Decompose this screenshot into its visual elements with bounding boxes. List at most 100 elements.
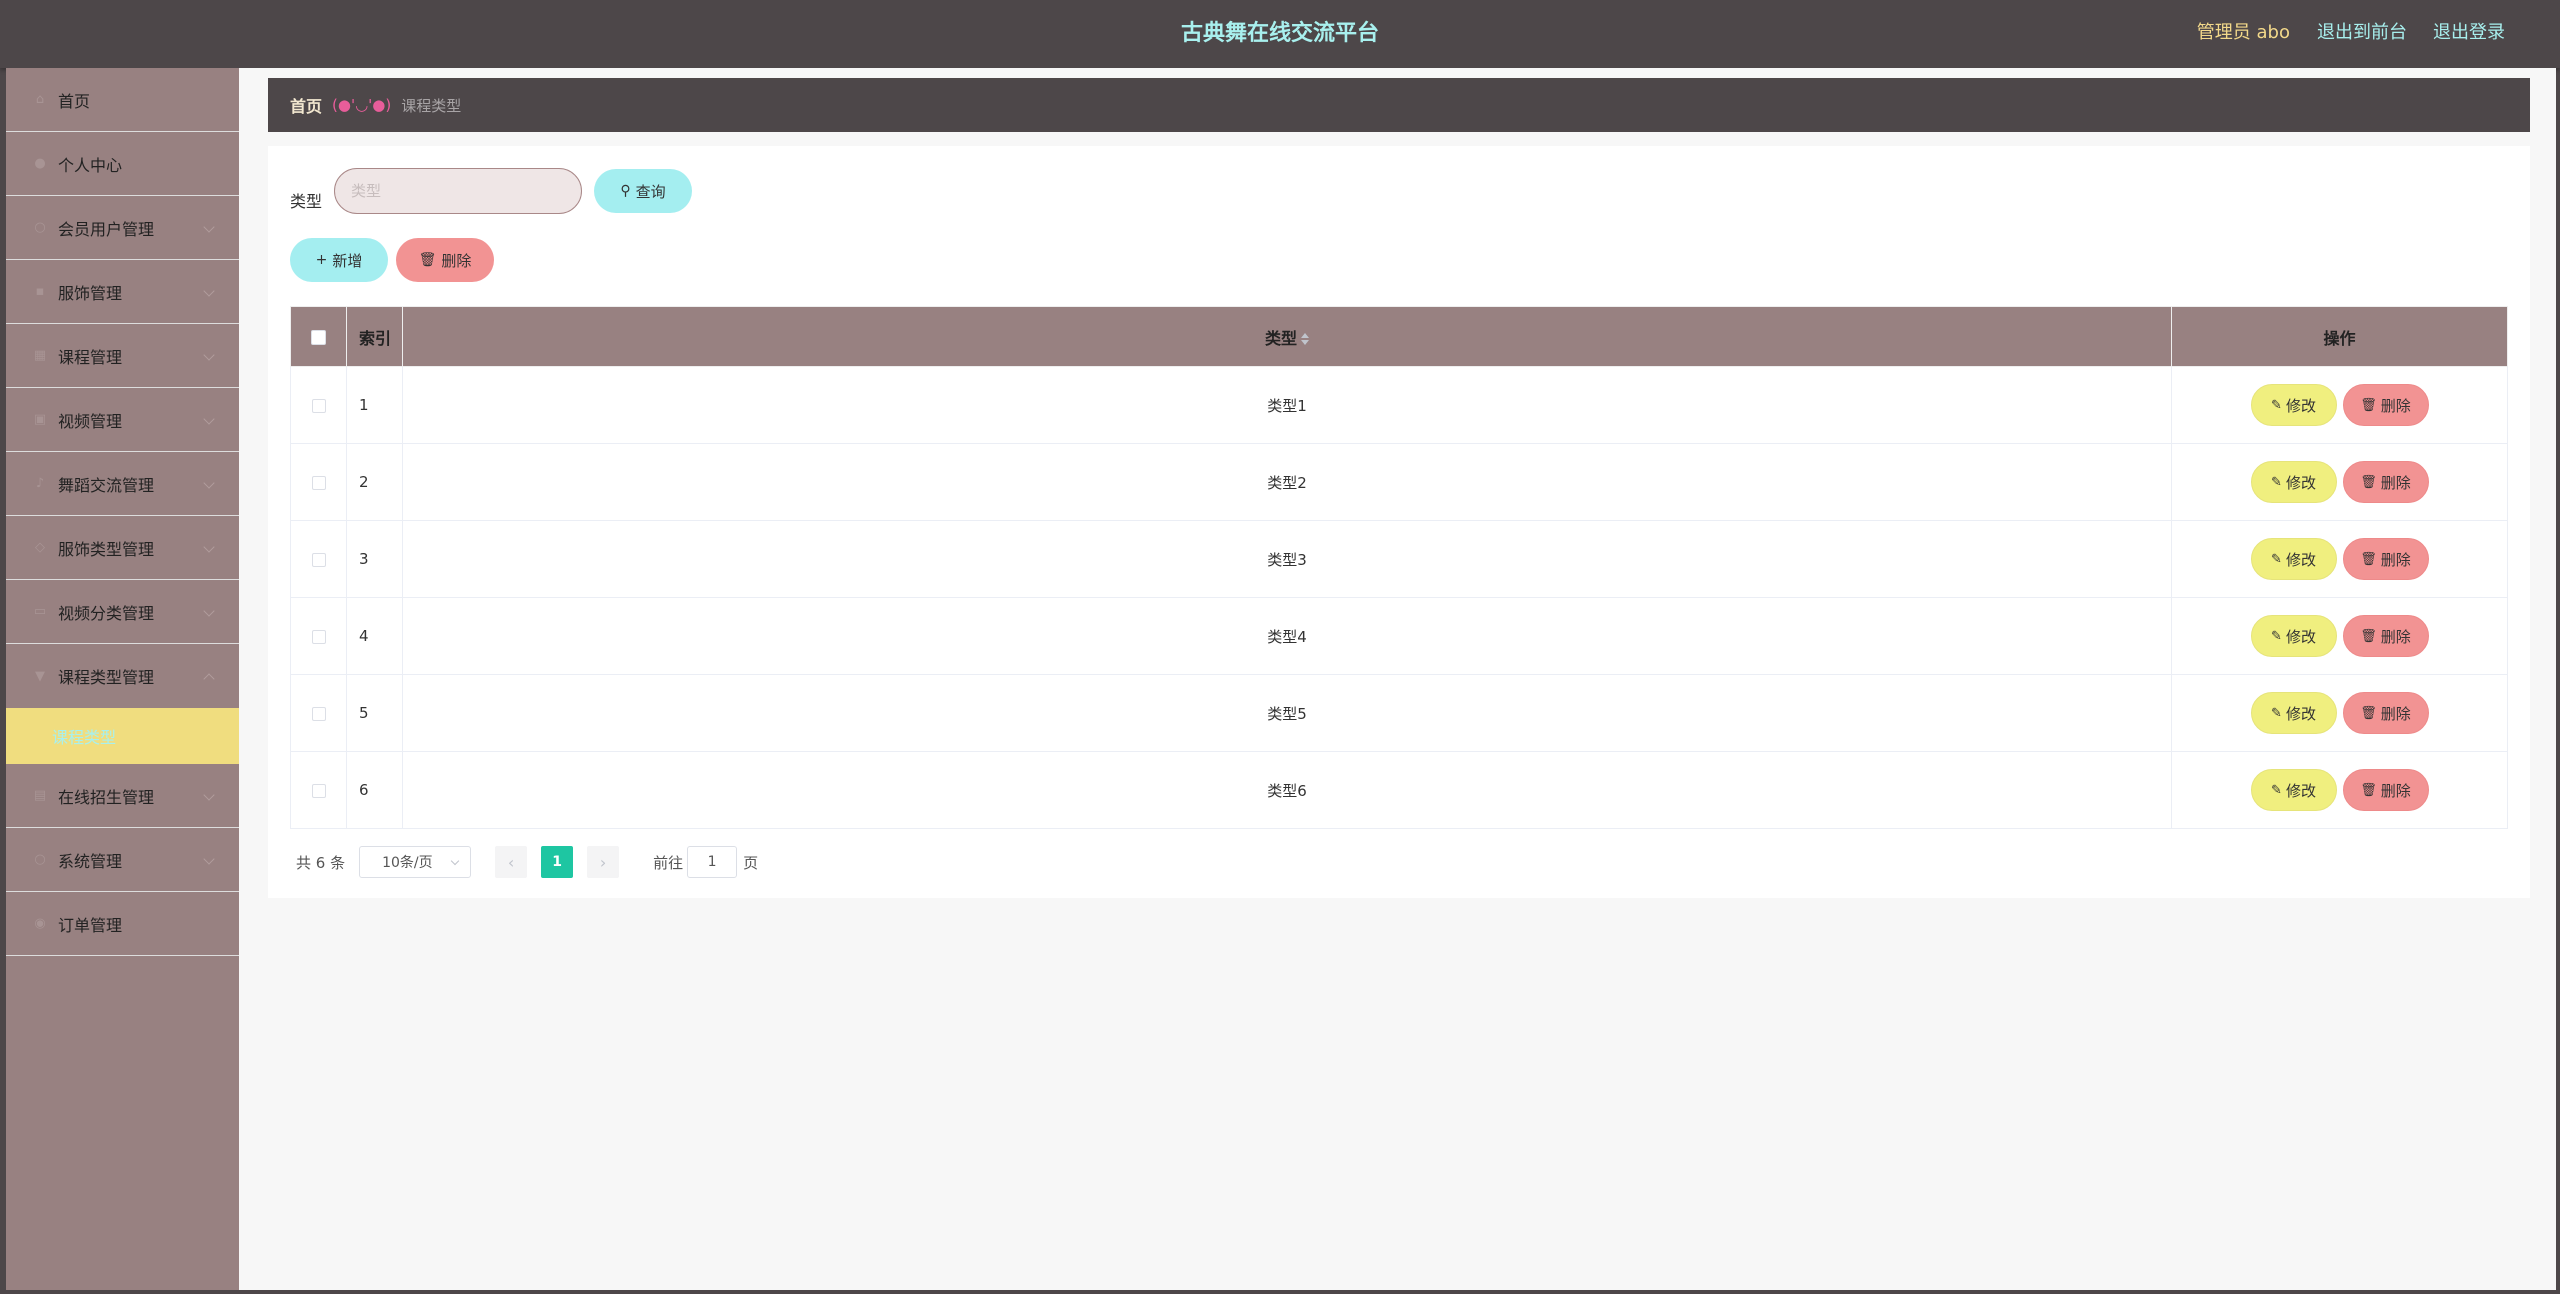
row-type: 类型4 bbox=[402, 597, 2172, 675]
delete-button-label: 删除 bbox=[2380, 473, 2411, 492]
trash-icon: 🗑 bbox=[2360, 551, 2377, 567]
edit-button[interactable]: ✎ 修改 bbox=[2250, 692, 2337, 734]
order-icon: ◉ bbox=[34, 916, 46, 931]
sidebar-subitem-course-type[interactable]: 课程类型 bbox=[6, 708, 239, 764]
edit-button-label: 修改 bbox=[2285, 704, 2316, 723]
edit-button-label: 修改 bbox=[2285, 473, 2316, 492]
row-actions: ✎ 修改 🗑 删除 bbox=[2171, 674, 2508, 752]
page-number-current[interactable]: 1 bbox=[541, 846, 574, 878]
table-row: 2 类型2 ✎ 修改 🗑 删除 bbox=[290, 443, 2508, 521]
row-checkbox[interactable] bbox=[311, 783, 326, 798]
delete-button[interactable]: 🗑 删除 bbox=[2342, 461, 2429, 503]
delete-button[interactable]: 🗑 删除 bbox=[2342, 615, 2429, 657]
edit-icon: ✎ bbox=[2271, 551, 2282, 567]
row-checkbox[interactable] bbox=[311, 629, 326, 644]
breadcrumb-separator: (●'◡'●) bbox=[332, 96, 392, 114]
row-type: 类型5 bbox=[402, 674, 2172, 752]
delete-button-label: 删除 bbox=[2380, 396, 2411, 415]
sidebar-item-label: 会员用户管理 bbox=[58, 219, 155, 239]
row-actions: ✎ 修改 🗑 删除 bbox=[2171, 751, 2508, 829]
row-select-cell[interactable] bbox=[290, 366, 347, 444]
edit-button[interactable]: ✎ 修改 bbox=[2250, 769, 2337, 811]
chevron-up-icon bbox=[203, 673, 215, 685]
table-row: 5 类型5 ✎ 修改 🗑 删除 bbox=[290, 674, 2508, 752]
prev-page-button[interactable]: ‹ bbox=[495, 846, 528, 878]
edit-button[interactable]: ✎ 修改 bbox=[2250, 384, 2337, 426]
delete-button[interactable]: 🗑 删除 bbox=[2342, 384, 2429, 426]
edit-icon: ✎ bbox=[2271, 628, 2282, 644]
row-select-cell[interactable] bbox=[290, 751, 347, 829]
row-select-cell[interactable] bbox=[290, 674, 347, 752]
row-checkbox[interactable] bbox=[311, 552, 326, 567]
book-icon: ▦ bbox=[33, 348, 47, 363]
sidebar-item-label: 在线招生管理 bbox=[58, 787, 155, 807]
admin-label: 管理员 abo bbox=[2196, 22, 2290, 43]
row-select-cell[interactable] bbox=[290, 443, 347, 521]
header-type[interactable]: 类型 bbox=[402, 306, 2172, 367]
sidebar-item-course[interactable]: ▦ 课程管理 bbox=[6, 324, 239, 388]
row-index: 6 bbox=[346, 751, 403, 829]
row-checkbox[interactable] bbox=[311, 706, 326, 721]
sidebar-item-costume-type[interactable]: ◇ 服饰类型管理 bbox=[6, 516, 239, 580]
page-suffix: 页 bbox=[743, 853, 759, 872]
row-select-cell[interactable] bbox=[290, 520, 347, 598]
sidebar-item-home[interactable]: ⌂ 首页 bbox=[6, 68, 239, 132]
select-all-checkbox[interactable] bbox=[311, 330, 326, 345]
row-index: 3 bbox=[346, 520, 403, 598]
sidebar-item-costume[interactable]: ▪ 服饰管理 bbox=[6, 260, 239, 324]
sidebar-item-video[interactable]: ▣ 视频管理 bbox=[6, 388, 239, 452]
sort-icon[interactable] bbox=[1301, 332, 1309, 346]
query-button[interactable]: ⚲ 查询 bbox=[594, 169, 692, 213]
sidebar-item-course-type[interactable]: ▼ 课程类型管理 bbox=[6, 644, 239, 708]
edit-icon: ✎ bbox=[2271, 705, 2282, 721]
row-checkbox[interactable] bbox=[311, 475, 326, 490]
sidebar-item-profile[interactable]: ● 个人中心 bbox=[6, 132, 239, 196]
delete-button[interactable]: 🗑 删除 bbox=[2342, 692, 2429, 734]
sidebar-item-enrollment[interactable]: ▤ 在线招生管理 bbox=[6, 764, 239, 828]
header-select-all[interactable] bbox=[290, 306, 347, 367]
batch-delete-button[interactable]: 🗑 删除 bbox=[396, 238, 494, 282]
row-checkbox[interactable] bbox=[311, 398, 326, 413]
user-icon: ● bbox=[34, 156, 46, 171]
chevron-down-icon bbox=[203, 476, 215, 489]
search-icon: ⚲ bbox=[620, 183, 631, 199]
header-type-label: 类型 bbox=[1264, 328, 1297, 348]
breadcrumb-home[interactable]: 首页 bbox=[290, 93, 322, 117]
page-size-select[interactable]: 10条/页 bbox=[359, 846, 472, 878]
type-search-input[interactable] bbox=[334, 168, 582, 214]
front-link[interactable]: 退出到前台 bbox=[2317, 0, 2407, 66]
batch-delete-label: 删除 bbox=[441, 251, 472, 270]
row-actions: ✎ 修改 🗑 删除 bbox=[2171, 520, 2508, 598]
sidebar-item-members[interactable]: ○ 会员用户管理 bbox=[6, 196, 239, 260]
edit-button-label: 修改 bbox=[2285, 781, 2316, 800]
edit-icon: ✎ bbox=[2271, 782, 2282, 798]
row-actions: ✎ 修改 🗑 删除 bbox=[2171, 443, 2508, 521]
row-index: 2 bbox=[346, 443, 403, 521]
goto-page-input[interactable] bbox=[687, 846, 738, 878]
delete-button[interactable]: 🗑 删除 bbox=[2342, 769, 2429, 811]
add-button[interactable]: + 新增 bbox=[290, 238, 388, 282]
table-row: 4 类型4 ✎ 修改 🗑 删除 bbox=[290, 597, 2508, 675]
video-icon: ▣ bbox=[33, 412, 47, 427]
sidebar-item-dance-exchange[interactable]: ♪ 舞蹈交流管理 bbox=[6, 452, 239, 516]
table-row: 3 类型3 ✎ 修改 🗑 删除 bbox=[290, 520, 2508, 598]
sidebar-item-label: 个人中心 bbox=[58, 155, 123, 175]
sidebar-item-system[interactable]: ○ 系统管理 bbox=[6, 828, 239, 892]
sidebar-item-orders[interactable]: ◉ 订单管理 bbox=[6, 892, 239, 956]
sidebar-item-label: 课程管理 bbox=[58, 347, 123, 367]
table-row: 6 类型6 ✎ 修改 🗑 删除 bbox=[290, 751, 2508, 829]
row-select-cell[interactable] bbox=[290, 597, 347, 675]
next-page-button[interactable]: › bbox=[587, 846, 620, 878]
logout-link[interactable]: 退出登录 bbox=[2433, 0, 2505, 66]
edit-button-label: 修改 bbox=[2285, 550, 2316, 569]
row-index: 4 bbox=[346, 597, 403, 675]
edit-button[interactable]: ✎ 修改 bbox=[2250, 615, 2337, 657]
edit-button[interactable]: ✎ 修改 bbox=[2250, 538, 2337, 580]
chevron-down-icon bbox=[203, 788, 215, 801]
sidebar-item-video-category[interactable]: ▭ 视频分类管理 bbox=[6, 580, 239, 644]
row-type: 类型2 bbox=[402, 443, 2172, 521]
edit-button[interactable]: ✎ 修改 bbox=[2250, 461, 2337, 503]
search-label: 类型 bbox=[290, 192, 323, 211]
delete-button[interactable]: 🗑 删除 bbox=[2342, 538, 2429, 580]
users-icon: ○ bbox=[34, 220, 46, 235]
